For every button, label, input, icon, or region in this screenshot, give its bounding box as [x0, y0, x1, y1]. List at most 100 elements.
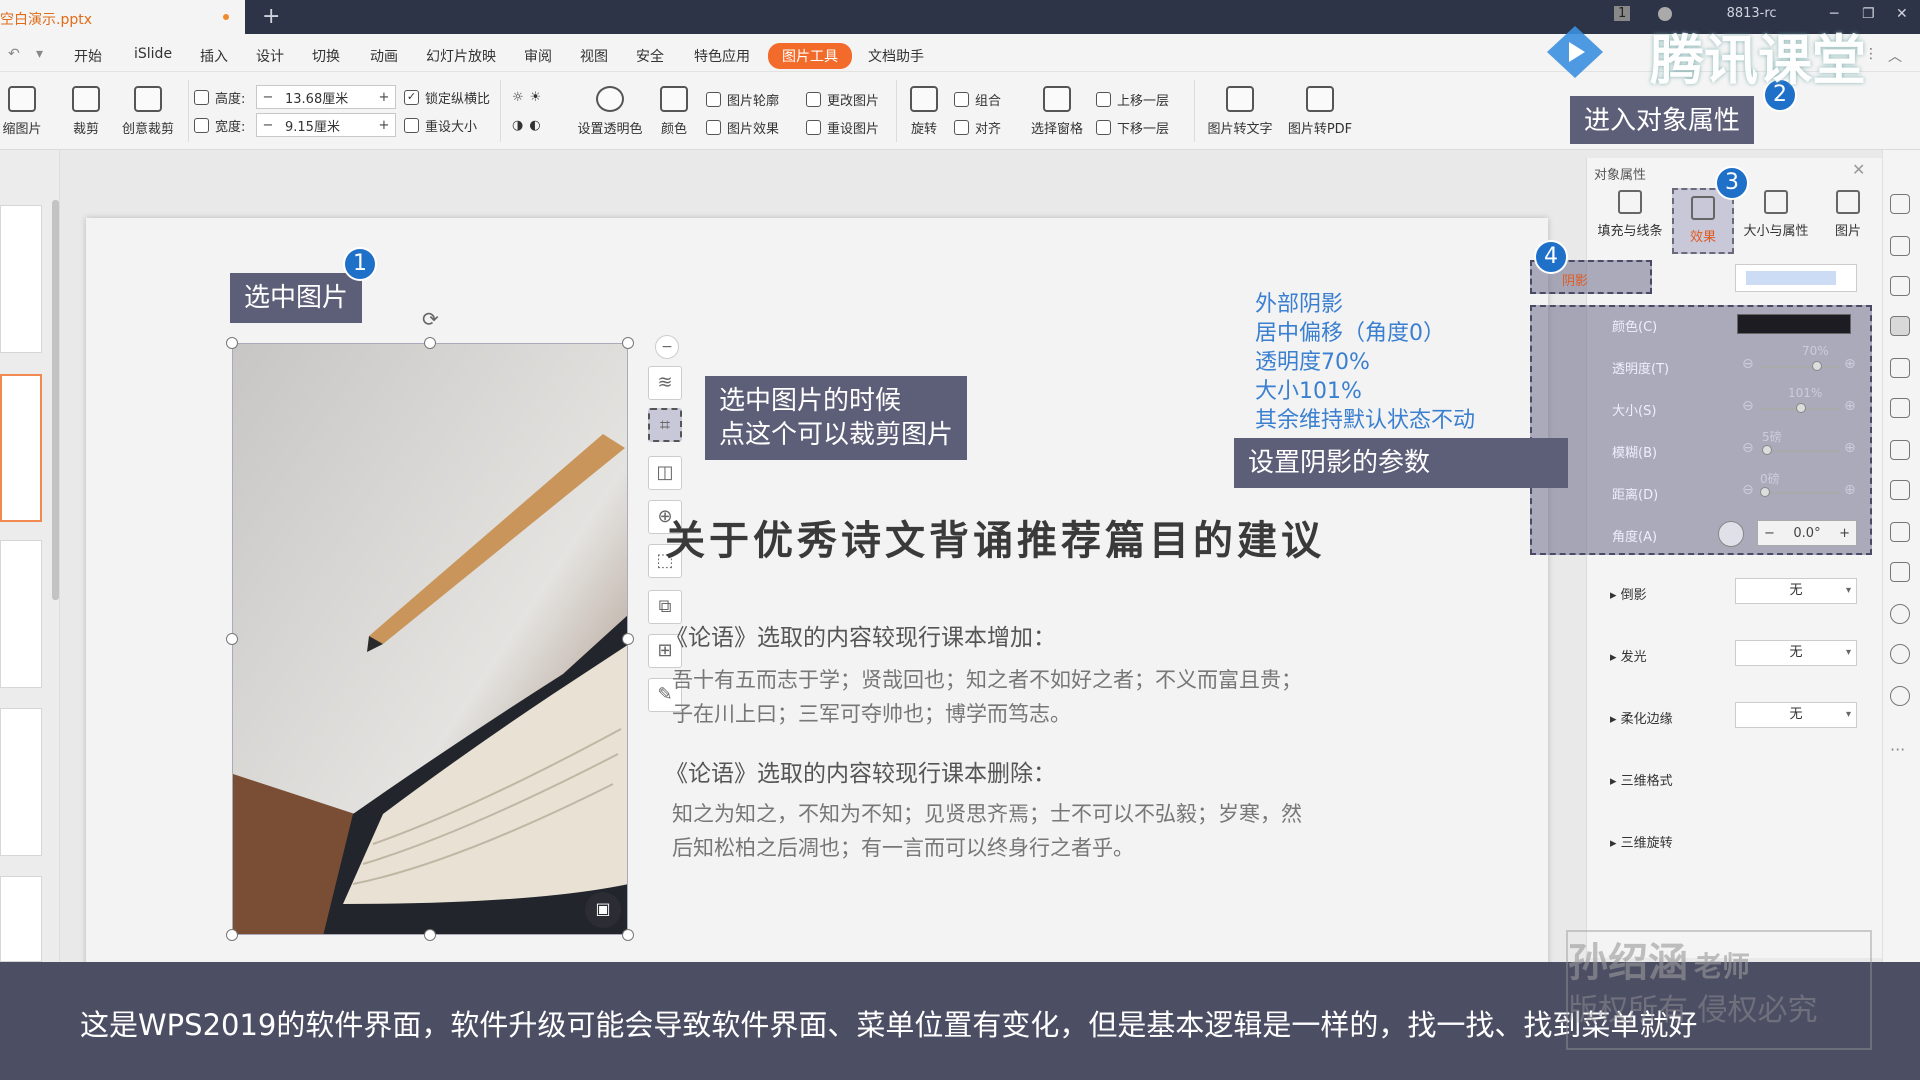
minus-icon[interactable]: ⊖ [1742, 482, 1754, 498]
pin-icon[interactable] [1890, 194, 1910, 214]
blur-slider[interactable]: 5磅 [1760, 430, 1840, 455]
shadow-preset-dropdown[interactable] [1735, 264, 1857, 292]
shadow-color-picker[interactable] [1737, 314, 1851, 334]
selection-pane-button[interactable]: 选择窗格 [1028, 86, 1086, 137]
creative-crop-button[interactable]: 创意裁剪 [116, 86, 180, 137]
history-icon[interactable] [1890, 644, 1910, 664]
angle-minus[interactable]: − [1764, 526, 1775, 541]
soft-edge-row[interactable]: ▸ 柔化边缘 [1610, 708, 1673, 727]
angle-plus[interactable]: + [1839, 526, 1850, 541]
slide-title[interactable]: 关于优秀诗文背诵推荐篇目的建议 [665, 508, 1325, 566]
height-value[interactable]: 13.68厘米 [279, 88, 373, 107]
lock-ratio-checkbox[interactable]: ✓ 锁定纵横比 [404, 88, 490, 107]
selected-picture[interactable]: ▣ [232, 343, 628, 935]
send-backward-button[interactable]: 下移一层 [1096, 118, 1169, 137]
slide-body-line[interactable]: 子在川上曰；三军可夺帅也；博学而笃志。 [672, 698, 1071, 728]
glow-dropdown[interactable]: 无 [1735, 640, 1857, 666]
dropdown-icon[interactable]: ▾ [36, 46, 43, 62]
image-icon[interactable] [1890, 522, 1910, 542]
glow-row[interactable]: ▸ 发光 [1610, 646, 1647, 665]
menu-design[interactable]: 设计 [256, 46, 284, 66]
width-value[interactable]: 9.15厘米 [279, 116, 373, 135]
shapes-icon[interactable] [1890, 236, 1910, 256]
slide-heading[interactable]: 《论语》选取的内容较现行课本删除： [665, 754, 1056, 788]
contrast-down-icon[interactable]: ◐ [529, 118, 540, 133]
crop-float-icon[interactable]: ⌗ [648, 408, 682, 442]
resize-handle[interactable] [226, 633, 238, 645]
format-3d-row[interactable]: ▸ 三维格式 [1610, 770, 1673, 789]
size-slider[interactable]: 101% [1760, 386, 1840, 413]
split-icon[interactable]: ◫ [648, 456, 682, 490]
soft-edge-dropdown[interactable]: 无 [1735, 702, 1857, 728]
minus-icon[interactable]: ⊖ [1742, 398, 1754, 414]
effects-button[interactable]: 图片效果 [706, 118, 779, 137]
plus-icon[interactable]: ⊕ [1844, 440, 1856, 456]
plus-icon[interactable]: ⊕ [1844, 398, 1856, 414]
rotation-3d-row[interactable]: ▸ 三维旋转 [1610, 832, 1673, 851]
compass-icon[interactable] [1890, 604, 1910, 624]
new-tab-button[interactable]: + [262, 4, 280, 29]
menu-review[interactable]: 审阅 [524, 46, 552, 66]
slider-knob[interactable] [1796, 403, 1806, 413]
undo-icon[interactable]: ↶ [8, 46, 20, 62]
slide-heading[interactable]: 《论语》选取的内容较现行课本增加： [665, 618, 1056, 652]
menu-slideshow[interactable]: 幻灯片放映 [426, 46, 496, 66]
collapse-ribbon-icon[interactable]: ︿ [1888, 46, 1902, 66]
to-pdf-button[interactable]: 图片转PDF [1284, 86, 1356, 137]
star-icon[interactable] [1890, 398, 1910, 418]
zoom-out-icon[interactable]: − [655, 335, 679, 359]
copy-icon[interactable] [1890, 358, 1910, 378]
resize-handle[interactable] [424, 929, 436, 941]
menu-view[interactable]: 视图 [580, 46, 608, 66]
distance-slider[interactable]: 0磅 [1760, 472, 1840, 497]
rotate-button[interactable]: 旋转 [906, 86, 942, 137]
angle-spinner[interactable]: − 0.0° + [1757, 520, 1857, 546]
menu-security[interactable]: 安全 [636, 46, 664, 66]
slide-thumbnail[interactable] [0, 708, 42, 856]
change-picture-button[interactable]: 更改图片 [806, 90, 879, 109]
plus-icon[interactable]: ⊕ [1844, 356, 1856, 372]
brightness-buttons[interactable]: ☼ ☀ [512, 90, 541, 105]
slide-body-line[interactable]: 吾十有五而志于学；贤哉回也；知之者不如好之者；不义而富且贵； [672, 664, 1302, 694]
slide-thumbnail[interactable] [0, 540, 42, 688]
slider-knob[interactable] [1762, 445, 1772, 455]
close-icon[interactable]: ✕ [1896, 6, 1908, 22]
menu-transition[interactable]: 切换 [312, 46, 340, 66]
panel-title[interactable]: 对象属性 [1594, 164, 1646, 183]
color-button[interactable]: 颜色 [654, 86, 694, 137]
transparency-slider[interactable]: 70% [1760, 344, 1840, 371]
archive-icon[interactable] [1890, 440, 1910, 460]
menu-insert[interactable]: 插入 [200, 46, 228, 66]
height-plus[interactable]: + [373, 90, 395, 105]
resize-handle[interactable] [622, 633, 634, 645]
sound-icon[interactable] [1890, 562, 1910, 582]
angle-dial[interactable] [1718, 521, 1744, 547]
menu-animation[interactable]: 动画 [370, 46, 398, 66]
menu-home[interactable]: 开始 [74, 46, 102, 66]
picture-icon[interactable]: ▣ [585, 892, 621, 928]
bring-forward-button[interactable]: 上移一层 [1096, 90, 1169, 109]
width-spinner[interactable]: −9.15厘米 + [256, 113, 396, 137]
angle-value[interactable]: 0.0° [1793, 526, 1820, 541]
resize-handle[interactable] [424, 337, 436, 349]
crop-button[interactable]: 裁剪 [64, 86, 108, 137]
minus-icon[interactable]: ⊖ [1742, 440, 1754, 456]
height-minus[interactable]: − [257, 90, 279, 105]
reset-size-button[interactable]: 重设大小 [404, 116, 477, 135]
share-icon[interactable] [1890, 480, 1910, 500]
more-icon[interactable]: ··· [1890, 740, 1905, 759]
more-icon[interactable]: ⋮ [1864, 46, 1878, 62]
plus-icon[interactable]: ⊕ [1844, 482, 1856, 498]
resize-handle[interactable] [226, 929, 238, 941]
brightness-up-icon[interactable]: ☼ [512, 90, 524, 105]
menu-picture-tools[interactable]: 图片工具 [768, 43, 852, 69]
resize-handle[interactable] [226, 337, 238, 349]
tab-fill-line[interactable]: 填充与线条 [1594, 190, 1666, 239]
width-plus[interactable]: + [373, 118, 395, 133]
contrast-up-icon[interactable]: ◑ [512, 118, 523, 133]
reflection-row[interactable]: ▸ 倒影 [1610, 584, 1647, 603]
tab-picture[interactable]: 图片 [1820, 190, 1876, 239]
to-text-button[interactable]: 图片转文字 [1204, 86, 1276, 137]
slide-body-line[interactable]: 知之为知之，不知为不知；见贤思齐焉；士不可以不弘毅；岁寒，然 [672, 798, 1302, 828]
document-tab[interactable]: 空白演示.pptx [0, 0, 245, 34]
